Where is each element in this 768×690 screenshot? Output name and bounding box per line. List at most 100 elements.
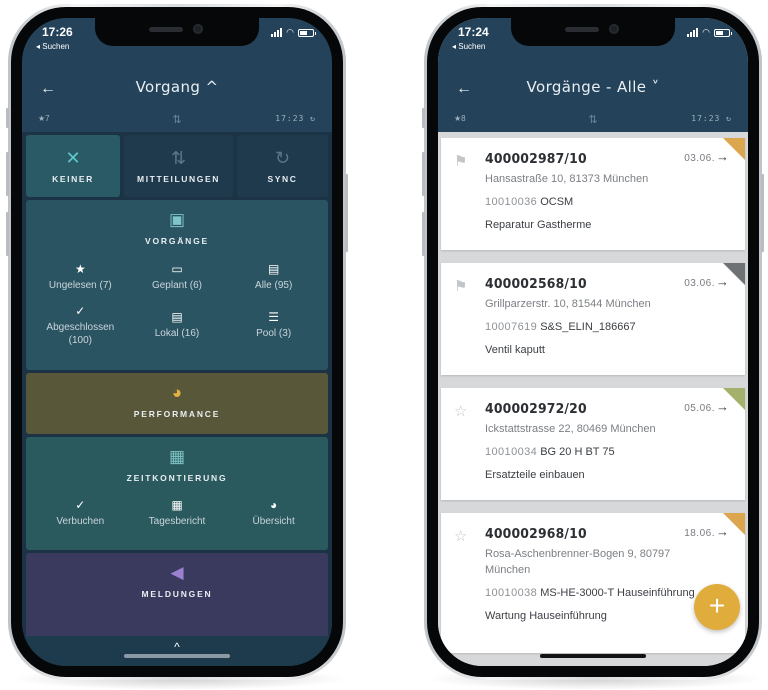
calendar-clock-icon: ▦ [168,447,186,466]
order-list[interactable]: ⚑ 400002987/10 03.06. → Hansastraße 10, … [438,132,748,666]
main-menu: ✕ KEINER ⇅ MITTEILUNGEN ↻ SYNC ▣ VORGÄNG… [22,132,332,666]
star-outline-icon[interactable]: ☆ [454,402,467,420]
clipboard-plus-icon: ▤ [171,310,183,324]
order-description: Reparatur Gastherme [485,219,592,231]
home-indicator[interactable] [124,654,230,658]
last-sync-time[interactable]: 17:23 ↻ [691,114,732,123]
header-status-row: ★7 ⇅ 17:23 ↻ [38,114,316,128]
order-card[interactable]: ☆ 400002968/10 18.06. → Rosa-Aschenbrenn… [441,513,745,653]
menu-item-tagesbericht[interactable]: ▦ Tagesbericht [129,498,226,528]
page-title-dropdown[interactable]: Vorgänge - Alle ˅ [438,78,748,96]
pie-chart-icon: ◕ [270,498,278,512]
menu-item-verbuchen[interactable]: ✓ Verbuchen [32,498,129,528]
megaphone-icon: ◀ [170,563,184,582]
menu-item-label: Übersicht [252,516,295,527]
equipment: 10010036 OCSM [485,196,733,208]
volume-up-button [422,152,425,196]
order-address: Ickstattstrasse 22, 80469 München [485,423,656,435]
section-title: VORGÄNGE [145,236,209,246]
briefcase-icon: ▭ [171,262,183,276]
menu-item-pool[interactable]: ☰ Pool (3) [225,304,322,347]
order-card[interactable]: ⚑ 400002568/10 03.06. → Grillparzerstr. … [441,263,745,375]
back-to-app-link[interactable]: ◂ Suchen [452,42,485,51]
section-zeitkontierung: ▦ ZEITKONTIERUNG ✓ Verbuchen ▦ Tagesberi… [26,437,328,550]
vorgaenge-grid: ★ Ungelesen (7) ▭ Geplant (6) ▤ Alle (95… [26,262,328,347]
menu-item-label: Pool (3) [256,328,292,339]
arrow-right-icon[interactable]: → [716,274,729,289]
arrow-right-icon[interactable]: → [716,149,729,164]
order-address: Hansastraße 10, 81373 München [485,173,649,185]
mute-switch [422,108,425,128]
section-header-performance[interactable]: ◕ PERFORMANCE [26,373,328,419]
flag-icon[interactable]: ⚑ [454,277,467,295]
pool-list-icon: ☰ [268,310,280,324]
front-camera [609,24,619,34]
left-phone: 17:26 ◂ Suchen ◠ ← Vorgang ^ ★7 ⇅ 17:23 … [6,4,348,680]
order-date: 18.06. [684,528,715,539]
menu-item-label: Geplant (6) [151,280,202,291]
home-indicator[interactable] [540,654,646,658]
flag-icon[interactable]: ⚑ [454,152,467,170]
equipment-number: 10007619 [485,321,538,333]
equipment-description: S&S_ELIN_186667 [540,321,636,333]
tile-sync[interactable]: ↻ SYNC [237,135,328,197]
section-header-meldungen[interactable]: ◀ MELDUNGEN [26,553,328,599]
menu-item-label: Abgeschlossen (100) [46,322,115,346]
speaker [565,27,599,32]
transfer-icon[interactable]: ⇅ [588,113,597,126]
equipment-number: 10010034 [485,446,538,458]
order-date: 03.06. [684,153,715,164]
bottom-bar: ^ [22,636,332,666]
page-title-dropdown[interactable]: Vorgang ^ [22,78,332,96]
check-icon: ✓ [75,498,86,512]
order-address: Rosa-Aschenbrenner-Bogen 9, 80797 Münche… [485,548,671,576]
app-header: ← Vorgänge - Alle ˅ ★8 ⇅ 17:23 ↻ [438,62,748,132]
order-description: Ersatzteile einbauen [485,469,585,481]
status-time: 17:24 [458,25,489,39]
wifi-icon: ◠ [702,27,710,37]
order-address: Grillparzerstr. 10, 81544 München [485,298,651,310]
order-number: 400002987/10 [485,151,587,167]
battery-icon [298,28,316,37]
section-header-zeitkontierung[interactable]: ▦ ZEITKONTIERUNG [26,437,328,483]
menu-item-label: Alle (95) [255,280,293,291]
unread-count[interactable]: ★7 [38,114,50,123]
equipment: 10010034 BG 20 H BT 75 [485,446,733,458]
check-icon: ✓ [75,304,86,318]
menu-item-abgeschlossen[interactable]: ✓ Abgeschlossen (100) [32,304,129,347]
mute-switch [6,108,9,128]
menu-item-label: Tagesbericht [148,516,206,527]
back-to-app-link[interactable]: ◂ Suchen [36,42,69,51]
menu-item-lokal[interactable]: ▤ Lokal (16) [129,304,226,347]
speaker [149,27,183,32]
zeitkontierung-grid: ✓ Verbuchen ▦ Tagesbericht ◕ Übersicht [26,498,328,528]
tile-label: KEINER [52,174,94,184]
menu-item-alle[interactable]: ▤ Alle (95) [225,262,322,292]
header-status-row: ★8 ⇅ 17:23 ↻ [454,114,732,128]
menu-item-geplant[interactable]: ▭ Geplant (6) [129,262,226,292]
cellular-signal-icon [687,28,699,37]
phone-bezel: 17:24 ◂ Suchen ◠ ← Vorgänge - Alle ˅ ★8 … [427,7,759,677]
section-performance[interactable]: ◕ PERFORMANCE [26,373,328,434]
tile-mitteilungen[interactable]: ⇅ MITTEILUNGEN [124,135,233,197]
tile-label: MITTEILUNGEN [137,174,220,184]
transfer-icon[interactable]: ⇅ [172,113,181,126]
unread-count[interactable]: ★8 [454,114,466,123]
menu-item-ungelesen[interactable]: ★ Ungelesen (7) [32,262,129,292]
menu-item-label: Ungelesen (7) [48,280,112,291]
section-header-vorgaenge[interactable]: ▣ VORGÄNGE [26,200,328,246]
star-outline-icon[interactable]: ☆ [454,527,467,545]
arrow-right-icon[interactable]: → [716,399,729,414]
chevron-up-icon[interactable]: ^ [22,636,332,655]
order-card[interactable]: ⚑ 400002987/10 03.06. → Hansastraße 10, … [441,138,745,250]
power-button [761,174,764,252]
arrow-right-icon[interactable]: → [716,524,729,539]
tile-keiner[interactable]: ✕ KEINER [26,135,120,197]
last-sync-time[interactable]: 17:23 ↻ [275,114,316,123]
menu-item-uebersicht[interactable]: ◕ Übersicht [225,498,322,528]
pie-chart-icon: ◕ [171,383,183,402]
phone-bezel: 17:26 ◂ Suchen ◠ ← Vorgang ^ ★7 ⇅ 17:23 … [11,7,343,677]
add-order-button[interactable]: + [694,584,740,630]
clipboard-icon: ▣ [168,210,186,229]
order-card[interactable]: ☆ 400002972/20 05.06. → Ickstattstrasse … [441,388,745,500]
